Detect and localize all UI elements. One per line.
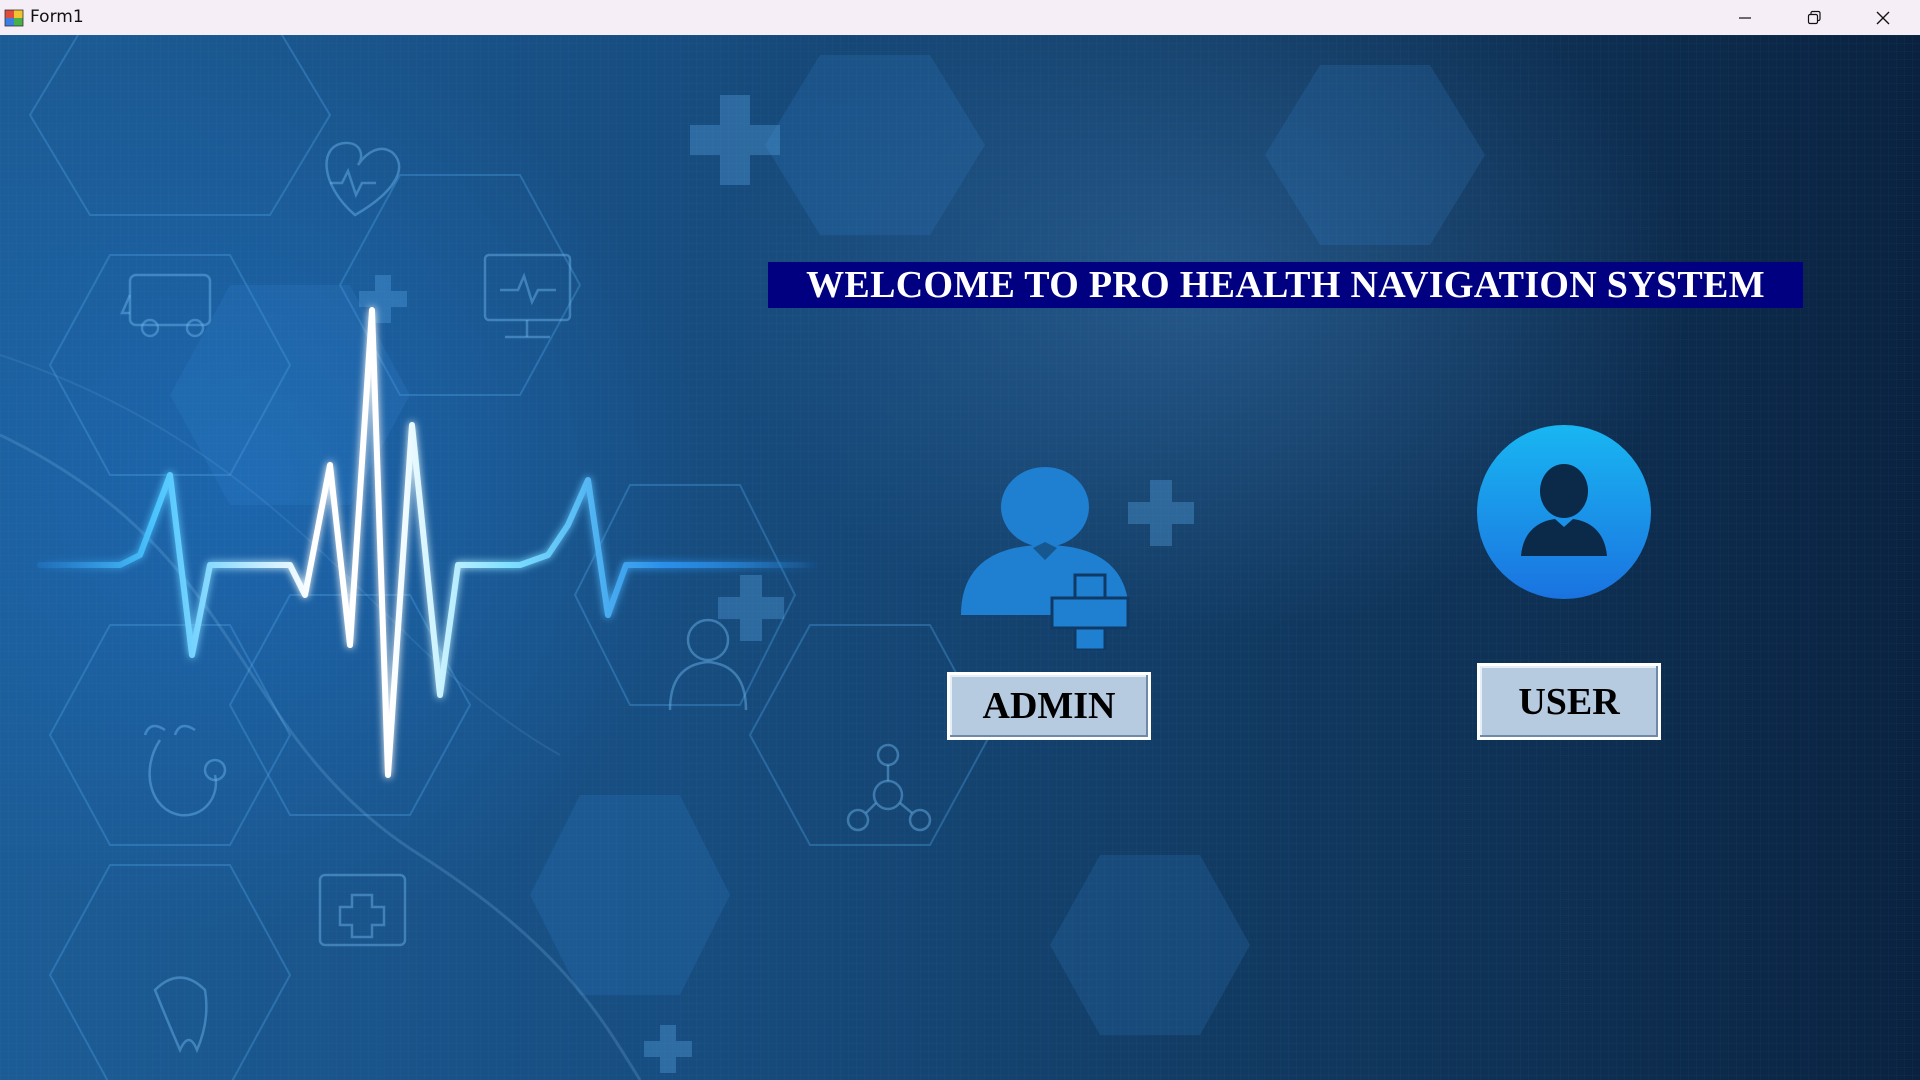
app-window: Form1 WELCOME TO PRO HEALTH NAVIGATION S… [0, 0, 1920, 1080]
window-title: Form1 [30, 7, 84, 27]
title-bar: Form1 [0, 0, 1920, 35]
close-icon [1876, 11, 1890, 24]
app-icon [4, 9, 24, 27]
user-avatar-icon[interactable] [1475, 423, 1653, 601]
restore-icon [1807, 10, 1821, 24]
welcome-banner: WELCOME TO PRO HEALTH NAVIGATION SYSTEM [768, 262, 1803, 308]
minimize-icon [1739, 16, 1751, 19]
close-button[interactable] [1848, 0, 1918, 35]
form-client-area: WELCOME TO PRO HEALTH NAVIGATION SYSTEM … [0, 35, 1920, 1080]
minimize-button[interactable] [1710, 0, 1780, 35]
admin-button[interactable]: ADMIN [947, 672, 1151, 740]
admin-add-user-icon[interactable] [955, 445, 1135, 650]
restore-button[interactable] [1779, 0, 1849, 35]
user-button[interactable]: USER [1477, 663, 1661, 740]
